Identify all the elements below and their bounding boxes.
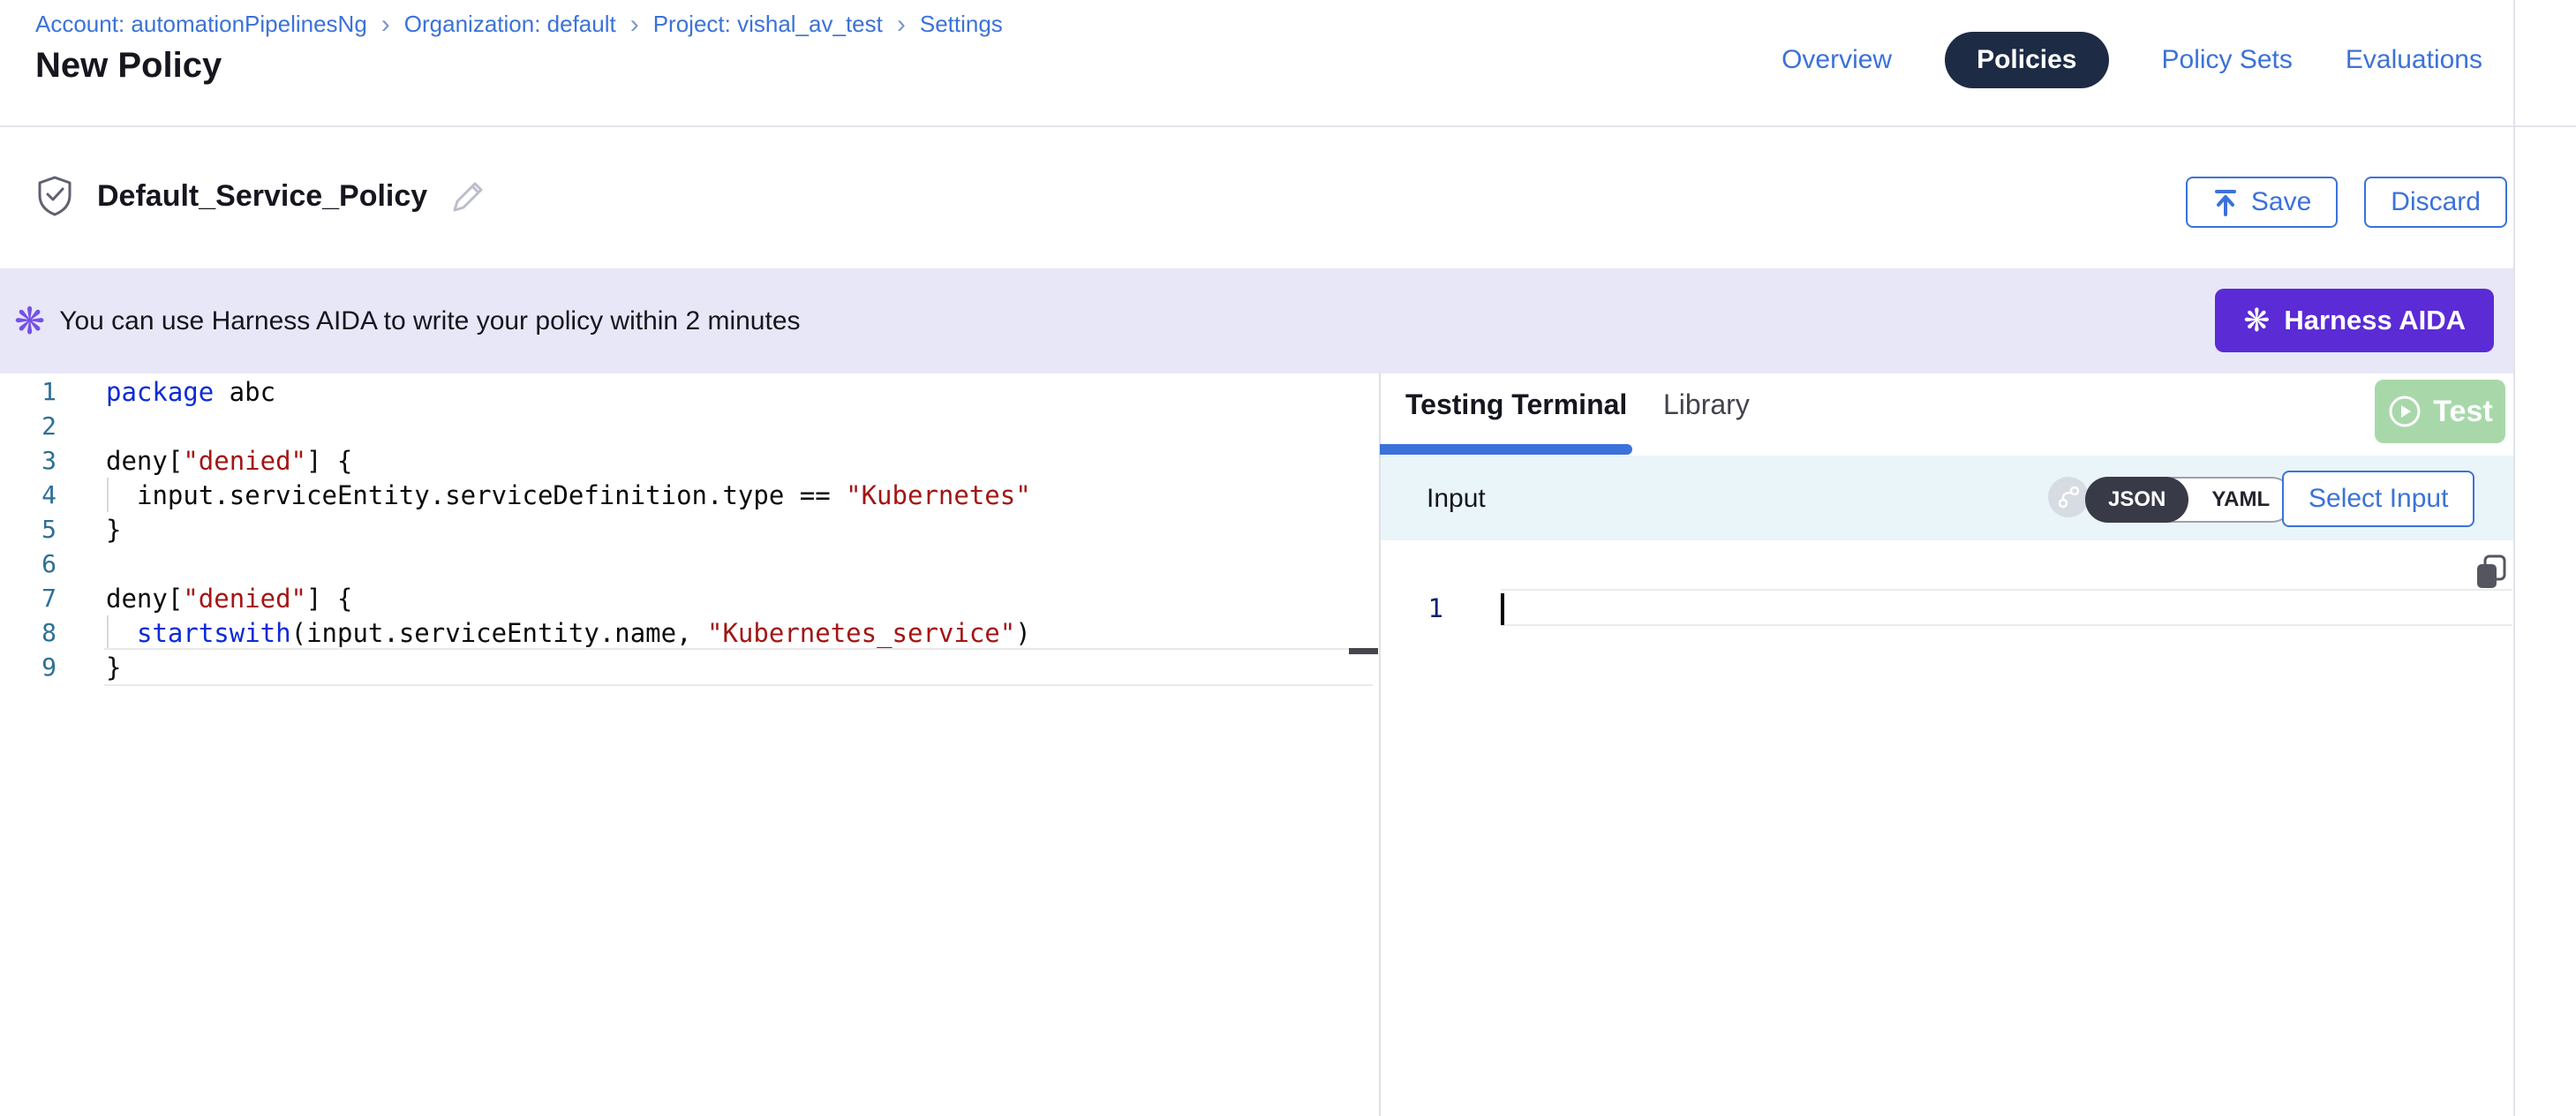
code-line-text: startswith(input.serviceEntity.name, "Ku… <box>79 618 1031 648</box>
play-circle-icon <box>2387 394 2422 429</box>
active-tab-indicator <box>1380 444 1632 455</box>
aida-banner: ❋ You can use Harness AIDA to write your… <box>0 268 2515 373</box>
code-line-number: 6 <box>0 549 79 578</box>
code-line[interactable]: 5} <box>0 512 1379 547</box>
breadcrumb: Account: automationPipelinesNg › Organiz… <box>35 11 1003 38</box>
code-line-number: 3 <box>0 446 79 475</box>
copy-icon[interactable] <box>2472 553 2511 592</box>
tab-testing-terminal[interactable]: Testing Terminal <box>1405 388 1627 421</box>
breadcrumb-settings[interactable]: Settings <box>920 11 1003 38</box>
test-button[interactable]: Test <box>2375 380 2505 443</box>
breadcrumb-project[interactable]: Project: vishal_av_test <box>653 11 883 38</box>
page-title: New Policy <box>35 46 222 86</box>
code-line[interactable]: 9} <box>0 650 1379 684</box>
branch-icon[interactable] <box>2048 477 2089 517</box>
edit-pencil-icon[interactable] <box>450 177 487 215</box>
breadcrumb-organization[interactable]: Organization: default <box>404 11 616 38</box>
page-header: Account: automationPipelinesNg › Organiz… <box>0 0 2576 127</box>
chevron-right-icon: › <box>381 13 390 36</box>
code-line[interactable]: 2 <box>0 409 1379 443</box>
test-label: Test <box>2433 395 2492 429</box>
upload-icon <box>2212 188 2239 216</box>
content-right-border <box>2513 0 2515 1116</box>
discard-button[interactable]: Discard <box>2364 177 2507 228</box>
policy-name: Default_Service_Policy <box>97 179 427 214</box>
policy-code-editor[interactable]: 1package abc23deny["denied"] {4input.ser… <box>0 374 1379 684</box>
tab-library[interactable]: Library <box>1663 388 1750 421</box>
aida-banner-message: You can use Harness AIDA to write your p… <box>59 306 800 336</box>
format-option-yaml[interactable]: YAML <box>2188 487 2293 512</box>
nav-tab-overview[interactable]: Overview <box>1781 45 1892 75</box>
format-option-json[interactable]: JSON <box>2085 477 2188 523</box>
code-line[interactable]: 3deny["denied"] { <box>0 443 1379 478</box>
code-line-number: 9 <box>0 652 79 682</box>
breadcrumb-account[interactable]: Account: automationPipelinesNg <box>35 11 367 38</box>
code-line-number: 8 <box>0 618 79 647</box>
input-label: Input <box>1427 484 1486 514</box>
overview-ruler-cursor-marker <box>1349 648 1378 654</box>
save-label: Save <box>2251 187 2311 217</box>
code-line-text: deny["denied"] { <box>79 584 352 614</box>
chevron-right-icon: › <box>897 13 906 36</box>
select-input-button[interactable]: Select Input <box>2282 471 2474 527</box>
code-line[interactable]: 4input.serviceEntity.serviceDefinition.t… <box>0 478 1379 512</box>
shield-check-icon <box>35 175 74 217</box>
harness-aida-button[interactable]: ❋ Harness AIDA <box>2215 289 2494 352</box>
format-toggle: JSON YAML <box>2085 477 2294 523</box>
code-line[interactable]: 6 <box>0 547 1379 581</box>
code-line-text: deny["denied"] { <box>79 446 352 476</box>
policy-editor-page: Account: automationPipelinesNg › Organiz… <box>0 0 2576 1116</box>
nav-tab-policy-sets[interactable]: Policy Sets <box>2162 45 2293 75</box>
text-cursor <box>1501 593 1504 625</box>
code-line-text: } <box>79 515 121 545</box>
code-line-text: input.serviceEntity.serviceDefinition.ty… <box>79 480 1031 510</box>
code-line-number: 1 <box>0 377 79 406</box>
code-line-text: package abc <box>79 377 275 407</box>
nav-tab-evaluations[interactable]: Evaluations <box>2346 45 2482 75</box>
input-editor[interactable] <box>1501 589 2512 626</box>
nav-tab-policies[interactable]: Policies <box>1945 32 2108 88</box>
aida-flower-icon: ❋ <box>2243 302 2270 339</box>
code-line-number: 4 <box>0 480 79 509</box>
code-line-number: 5 <box>0 515 79 544</box>
policy-title-row: Default_Service_Policy <box>35 175 487 217</box>
code-line[interactable]: 1package abc <box>0 374 1379 409</box>
save-button[interactable]: Save <box>2186 177 2338 228</box>
discard-label: Discard <box>2391 187 2481 217</box>
governance-nav: Overview Policies Policy Sets Evaluation… <box>1781 32 2482 88</box>
select-input-label: Select Input <box>2309 484 2448 514</box>
code-line[interactable]: 8startswith(input.serviceEntity.name, "K… <box>0 615 1379 650</box>
code-line-number: 7 <box>0 584 79 613</box>
code-line-text: } <box>79 652 121 682</box>
aida-flower-icon: ❋ <box>14 303 45 340</box>
aida-button-label: Harness AIDA <box>2284 305 2466 336</box>
chevron-right-icon: › <box>630 13 639 36</box>
input-line-number: 1 <box>1382 593 1448 623</box>
toolbar-actions: Save Discard <box>2186 177 2507 228</box>
code-line[interactable]: 7deny["denied"] { <box>0 581 1379 615</box>
code-line-number: 2 <box>0 411 79 441</box>
